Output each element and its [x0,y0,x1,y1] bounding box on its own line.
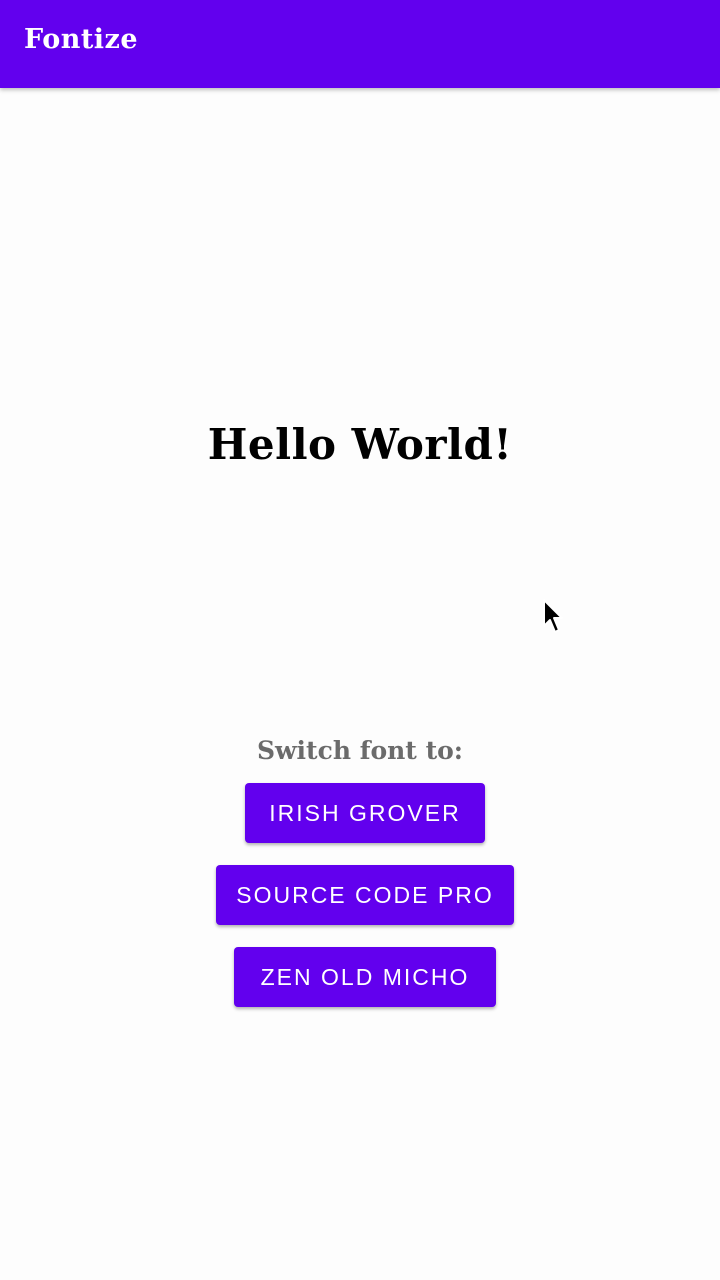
greeting-text: Hello World! [207,420,513,469]
app-title: Fontize [24,24,139,55]
app-screen: Fontize Hello World! Switch font to: IRI… [0,0,720,1280]
switch-font-label: Switch font to: [256,736,464,765]
zen-old-micho-button[interactable]: ZEN OLD MICHO [234,947,496,1007]
app-bar: Fontize [0,0,720,88]
source-code-pro-button[interactable]: SOURCE CODE PRO [216,865,514,925]
irish-grover-button[interactable]: IRISH GROVER [245,783,485,843]
mouse-pointer-icon [543,599,563,633]
